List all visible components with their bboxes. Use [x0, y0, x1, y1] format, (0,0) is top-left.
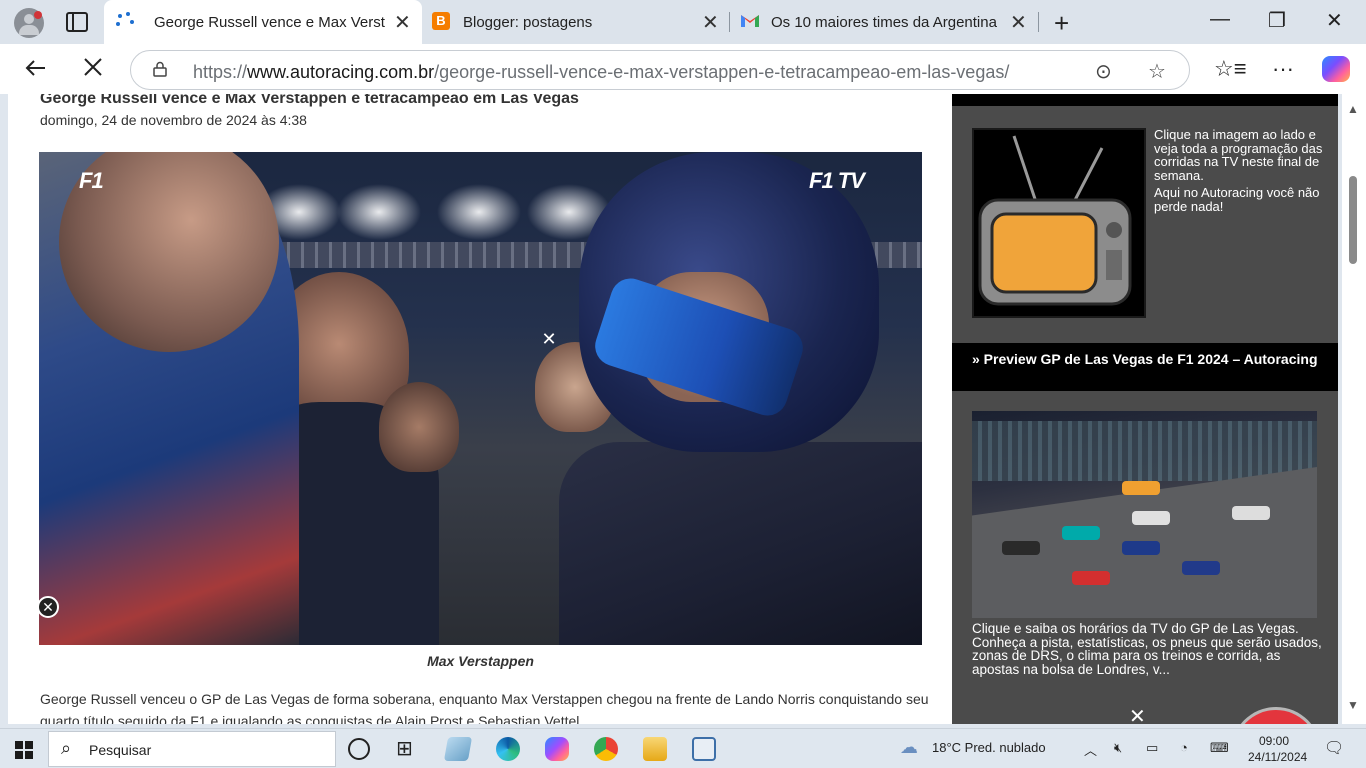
wifi-icon[interactable]: ◔ — [1180, 740, 1188, 755]
f1-tv-logo: F1 TV — [809, 168, 865, 193]
clock[interactable]: 09:00 24/11/2024 — [1248, 733, 1308, 765]
notifications-icon[interactable]: 🗨︎ — [1324, 738, 1344, 758]
tab-title: Blogger: postagens — [463, 13, 593, 31]
keyboard-icon[interactable]: ⌨ — [1210, 740, 1229, 756]
race-preview-image[interactable] — [972, 411, 1317, 618]
close-tab-icon[interactable]: ✕ — [394, 10, 411, 35]
article-date: domingo, 24 de novembro de 2024 às 4:38 — [40, 112, 307, 128]
clock-time: 09:00 — [1258, 734, 1290, 748]
photo-driver-suit — [559, 442, 922, 645]
race-car — [1072, 571, 1110, 585]
race-car — [1122, 481, 1160, 495]
url-path: /george-russell-vence-e-max-verstappen-e… — [434, 62, 1010, 82]
tab-title: Os 10 maiores times da Argentina — [771, 13, 997, 31]
race-car — [1232, 506, 1270, 520]
file-app-icon[interactable] — [443, 737, 473, 761]
close-tab-icon[interactable]: ✕ — [702, 10, 719, 35]
show-hidden-icons[interactable]: ︿ — [1084, 740, 1097, 759]
article-body: George Russell venceu o GP de Las Vegas … — [40, 691, 929, 724]
browser-toolbar: https://www.autoracing.com.br/george-rus… — [0, 44, 1366, 94]
autoracing-favicon-icon — [116, 12, 136, 32]
photos-app-icon[interactable] — [692, 737, 716, 761]
page-scrollbar[interactable]: ▲ ▼ — [1342, 94, 1366, 724]
copilot-icon[interactable] — [1322, 56, 1350, 82]
stop-loading-icon[interactable] — [82, 56, 104, 85]
close-overlay-icon[interactable]: ✕ — [538, 328, 560, 350]
clock-date: 24/11/2024 — [1248, 750, 1308, 764]
photo-caption: Max Verstappen — [427, 653, 534, 669]
article-photo[interactable]: F1 F1 TV ✕ ✕ — [39, 152, 922, 645]
url-domain: www.autoracing.com.br — [247, 62, 435, 82]
task-view-icon[interactable] — [348, 738, 370, 760]
blogger-favicon-icon: B — [432, 12, 450, 30]
copilot-taskbar-icon[interactable] — [545, 737, 569, 761]
race-car — [1122, 541, 1160, 555]
scroll-up-icon[interactable]: ▲ — [1347, 102, 1359, 116]
file-explorer-icon[interactable] — [643, 737, 667, 761]
url-text[interactable]: https://www.autoracing.com.br/george-rus… — [193, 62, 1009, 83]
chrome-icon[interactable] — [594, 737, 618, 761]
more-options-icon[interactable]: ··· — [1272, 56, 1294, 82]
new-tab-icon[interactable]: + — [1054, 8, 1069, 39]
weather-icon[interactable]: ☁ — [900, 737, 918, 758]
tv-text-1: Clique na imagem ao lado e veja toda a p… — [1154, 127, 1323, 183]
taskbar-search[interactable]: ⌕ Pesquisar — [48, 731, 336, 767]
lock-icon[interactable] — [153, 61, 167, 77]
battery-icon[interactable]: ▭ — [1146, 740, 1158, 756]
tab-blogger[interactable]: B Blogger: postagens ✕ — [424, 0, 726, 44]
search-icon: ⌕ — [61, 738, 72, 758]
notification-dot — [34, 11, 42, 19]
profile-avatar[interactable] — [14, 8, 44, 38]
minimize-icon[interactable]: — — [1210, 8, 1230, 31]
url-scheme: https:// — [193, 62, 248, 82]
preview-heading[interactable]: » Preview GP de Las Vegas de F1 2024 – A… — [952, 343, 1338, 391]
tv-text-2: Aqui no Autoracing você não perde nada! — [1154, 185, 1320, 214]
tv-icon — [978, 135, 1132, 306]
scroll-thumb[interactable] — [1349, 176, 1357, 264]
article-title[interactable]: George Russell vence e Max Verstappen e … — [40, 94, 579, 108]
volume-muted-icon[interactable]: 🔇︎ — [1114, 740, 1122, 756]
back-arrow-icon[interactable] — [24, 56, 48, 87]
close-notification-icon[interactable]: ✕ — [1129, 704, 1146, 724]
tab-separator — [729, 12, 730, 32]
favorite-star-icon[interactable]: ☆ — [1148, 59, 1166, 84]
windows-start-icon[interactable] — [15, 741, 33, 759]
tab-strip: George Russell vence e Max Verst ✕ B Blo… — [0, 0, 1366, 44]
race-stands — [972, 421, 1317, 481]
race-car — [1182, 561, 1220, 575]
tab-actions-icon[interactable] — [66, 12, 88, 32]
race-car — [1132, 511, 1170, 525]
sidebar-header-bar — [952, 94, 1338, 106]
tab-george-russell[interactable]: George Russell vence e Max Verst ✕ — [104, 0, 422, 44]
scroll-down-icon[interactable]: ▼ — [1347, 698, 1359, 712]
tab-argentina[interactable]: Os 10 maiores times da Argentina ✕ — [732, 0, 1036, 44]
more-page-actions-icon[interactable]: ⊙ — [1095, 59, 1112, 84]
restore-icon[interactable]: ❐ — [1268, 8, 1286, 33]
widgets-icon[interactable]: ⊞ — [396, 737, 420, 761]
tab-title: George Russell vence e Max Verst — [154, 13, 385, 31]
taskbar: ⌕ Pesquisar ⊞ ☁ 18°C Pred. nublado ︿ 🔇︎ … — [0, 728, 1366, 768]
web-page: George Russell vence e Max Verstappen e … — [0, 94, 1366, 724]
sidebar: Clique na imagem ao lado e veja toda a p… — [952, 94, 1338, 724]
notification-bell-icon[interactable] — [1234, 710, 1318, 724]
gmail-favicon-icon — [741, 15, 759, 27]
preview-text[interactable]: Clique e saiba os horários da TV do GP d… — [972, 622, 1322, 676]
search-placeholder: Pesquisar — [89, 742, 152, 758]
race-car — [1002, 541, 1040, 555]
photo-person-crew — [379, 382, 459, 472]
tab-separator — [1038, 12, 1039, 32]
article: George Russell vence e Max Verstappen e … — [8, 94, 952, 724]
favorites-icon[interactable]: ☆≡ — [1214, 56, 1247, 82]
close-tab-icon[interactable]: ✕ — [1010, 10, 1027, 35]
edge-icon[interactable] — [496, 737, 520, 761]
f1-logo: F1 — [79, 168, 104, 193]
tv-schedule-image[interactable] — [972, 128, 1146, 318]
weather-text[interactable]: 18°C Pred. nublado — [932, 740, 1046, 755]
close-window-icon[interactable]: ✕ — [1326, 8, 1343, 33]
race-car — [1062, 526, 1100, 540]
address-bar[interactable]: https://www.autoracing.com.br/george-rus… — [130, 50, 1190, 90]
tv-schedule-text[interactable]: Clique na imagem ao lado e veja toda a p… — [1154, 128, 1324, 213]
